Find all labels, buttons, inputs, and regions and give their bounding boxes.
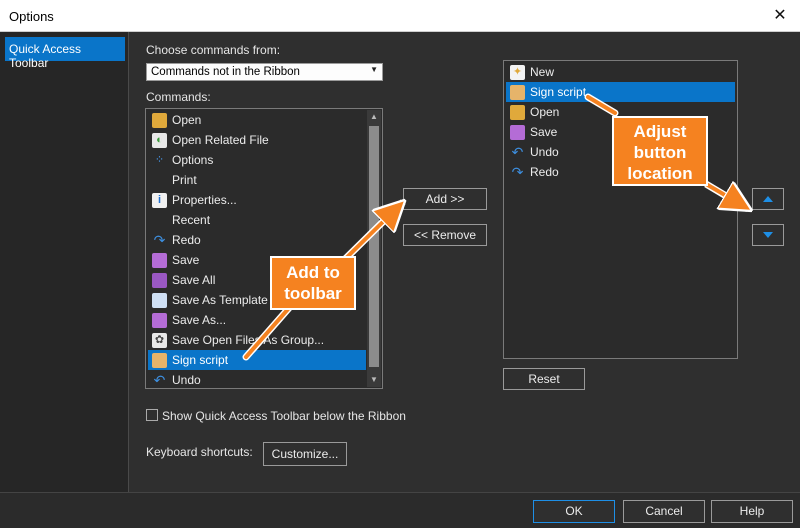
save-all-icon <box>152 272 167 288</box>
show-below-ribbon-label: Show Quick Access Toolbar below the Ribb… <box>162 409 406 423</box>
template-icon <box>152 292 167 308</box>
list-item[interactable]: Recent <box>148 210 366 230</box>
arrow-down-icon <box>763 232 773 238</box>
blank-icon <box>152 213 167 228</box>
list-item-label: Undo <box>172 373 201 387</box>
dialog-footer: OK Cancel Help <box>0 492 800 528</box>
toolbar-commands-list[interactable]: ✦ New Sign script Open Save ↶ Undo ↷ Red… <box>503 60 738 359</box>
adjust-location-callout: Adjust button location <box>612 116 708 186</box>
undo-icon: ↶ <box>511 143 524 160</box>
move-up-button[interactable] <box>752 188 784 210</box>
scroll-up-icon[interactable]: ▲ <box>367 110 381 124</box>
customize-button[interactable]: Customize... <box>263 442 347 466</box>
arrow-up-icon <box>763 196 773 202</box>
redo-icon: ↷ <box>153 231 166 248</box>
list-item-label: Print <box>172 173 197 187</box>
list-item[interactable]: Save As... <box>148 310 366 330</box>
commands-scrollbar[interactable]: ▲ ▼ <box>367 110 381 387</box>
list-item-label: Options <box>172 153 214 167</box>
list-item-label: Save As Template <box>172 293 268 307</box>
help-button[interactable]: Help <box>711 500 793 523</box>
list-item-label: Open <box>530 105 560 119</box>
list-item-label: Save Open Files As Group... <box>172 333 325 347</box>
blank-icon <box>152 173 167 188</box>
sign-script-icon <box>152 352 167 368</box>
commands-list[interactable]: Open ◐ Open Related File ⁘ Options Print… <box>145 108 383 389</box>
list-item-label: Recent <box>172 213 211 227</box>
commands-label: Commands: <box>146 90 211 104</box>
group-icon: ✿ <box>152 332 167 348</box>
list-item-label: Save All <box>172 273 216 287</box>
move-down-button[interactable] <box>752 224 784 246</box>
list-item[interactable]: ↶ Undo <box>148 370 366 390</box>
keyboard-shortcuts-label: Keyboard shortcuts: <box>146 445 253 459</box>
list-item-label: Sign script <box>530 85 587 99</box>
undo-icon: ↶ <box>153 371 166 388</box>
list-item[interactable]: ◐ Open Related File <box>148 130 366 150</box>
title-bar: Options ✕ <box>0 0 800 32</box>
list-item[interactable]: i Properties... <box>148 190 366 210</box>
list-item[interactable]: Sign script <box>148 350 366 370</box>
add-to-toolbar-callout: Add to toolbar <box>270 256 356 310</box>
options-nav: Quick Access Toolbar <box>0 32 129 492</box>
list-item-label: Save As... <box>172 313 227 327</box>
main-panel: Choose commands from: Commands not in th… <box>129 32 800 492</box>
scroll-down-icon[interactable]: ▼ <box>367 373 381 387</box>
folder-icon <box>152 112 167 128</box>
properties-icon: i <box>152 192 167 208</box>
list-item-label: Undo <box>530 145 559 159</box>
list-item[interactable]: ↷ Redo <box>148 230 366 250</box>
list-item[interactable]: Open <box>148 110 366 130</box>
list-item[interactable]: Sign script <box>506 82 735 102</box>
remove-button[interactable]: << Remove <box>403 224 487 246</box>
ok-button[interactable]: OK <box>533 500 615 523</box>
related-file-icon: ◐ <box>152 132 167 148</box>
list-item-label: Properties... <box>172 193 237 207</box>
reset-button[interactable]: Reset <box>503 368 585 390</box>
redo-icon: ↷ <box>511 163 524 180</box>
show-below-ribbon-checkbox[interactable] <box>146 409 158 421</box>
list-item-label: Redo <box>530 165 559 179</box>
list-item-label: New <box>530 65 555 79</box>
save-icon <box>510 124 525 140</box>
nav-item-quick-access-toolbar[interactable]: Quick Access Toolbar <box>5 37 125 70</box>
save-as-icon <box>152 312 167 328</box>
window-title: Options <box>9 9 54 24</box>
list-item[interactable]: ⁘ Options <box>148 150 366 170</box>
list-item[interactable]: ✦ New <box>506 62 735 82</box>
list-item-label: Save <box>172 253 200 267</box>
options-icon: ⁘ <box>154 153 165 166</box>
folder-icon <box>510 104 525 120</box>
scrollbar-thumb[interactable] <box>369 126 379 367</box>
list-item-label: Sign script <box>172 353 229 367</box>
choose-commands-dropdown[interactable]: Commands not in the Ribbon ▼ <box>146 63 383 81</box>
close-icon[interactable]: ✕ <box>770 6 790 26</box>
cancel-button[interactable]: Cancel <box>623 500 705 523</box>
save-icon <box>152 252 167 268</box>
new-icon: ✦ <box>510 64 525 80</box>
list-item[interactable]: Print <box>148 170 366 190</box>
list-item-label: Redo <box>172 233 201 247</box>
list-item-label: Open Related File <box>172 133 269 147</box>
list-item-label: Save <box>530 125 558 139</box>
add-button[interactable]: Add >> <box>403 188 487 210</box>
chevron-down-icon: ▼ <box>370 65 378 74</box>
list-item-label: Open <box>172 113 202 127</box>
choose-commands-label: Choose commands from: <box>146 43 281 57</box>
list-item[interactable]: ✿ Save Open Files As Group... <box>148 330 366 350</box>
sign-script-icon <box>510 84 525 100</box>
choose-commands-value: Commands not in the Ribbon <box>151 66 300 78</box>
